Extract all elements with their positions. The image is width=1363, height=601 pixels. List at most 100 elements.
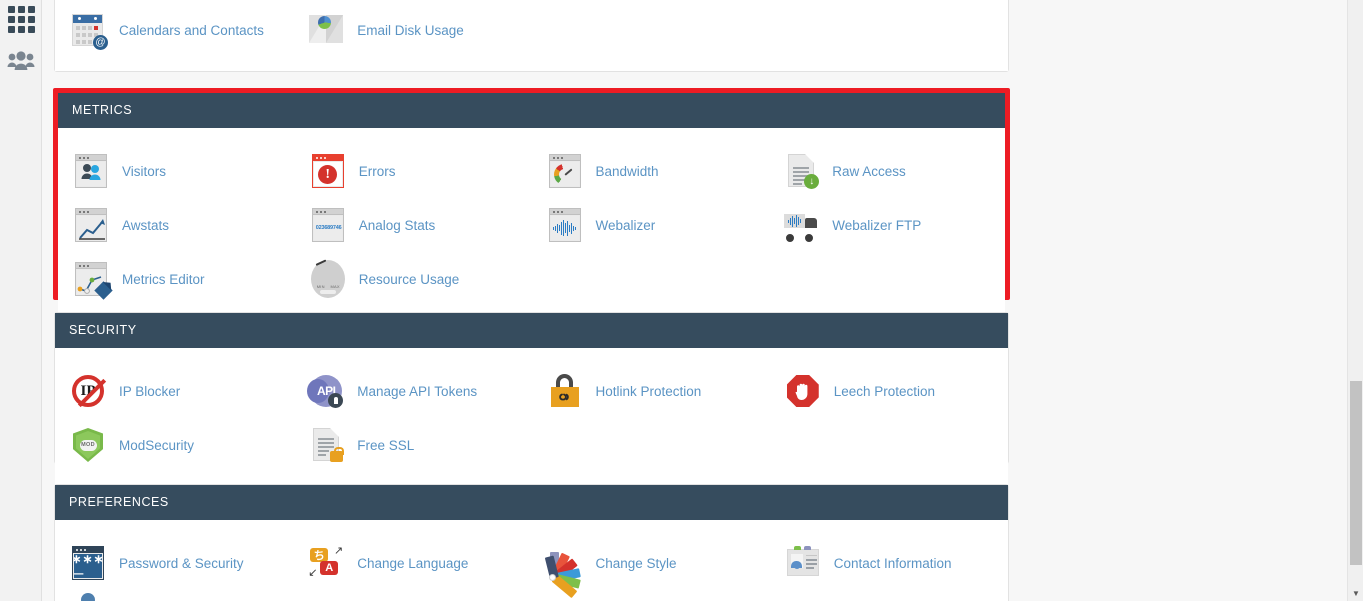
app-item-label: Manage API Tokens [357, 383, 478, 399]
app-item-label: Password & Security [119, 555, 244, 571]
app-item-label: Contact Information [833, 555, 952, 571]
app-item-visitors[interactable]: Visitors [58, 144, 295, 198]
scrollbar-thumb[interactable] [1350, 381, 1362, 565]
ip-blocker-icon: IP [69, 372, 107, 410]
app-item-label: Visitors [122, 163, 167, 179]
sidebar-item-apps[interactable] [0, 0, 42, 38]
language-bubble-target: A [320, 561, 339, 575]
item-grid-email-partial: @ Calendars and Contacts Email Disk Usag… [55, 3, 1008, 57]
awstats-icon [72, 206, 110, 244]
app-item-label: Email Disk Usage [357, 22, 464, 38]
app-item-resource-usage[interactable]: MIN MAX Resource Usage [295, 252, 532, 306]
app-item-hotlink-protection[interactable]: Hotlink Protection [532, 364, 770, 418]
user-manager-icon [69, 590, 107, 601]
metrics-section-highlight: METRICS Visitors ! Errors Bandwidth ↓ Ra… [53, 88, 1010, 320]
main-content: @ Calendars and Contacts Email Disk Usag… [42, 0, 1331, 601]
gauge-min-label: MIN [316, 284, 325, 289]
app-item-label: Webalizer [595, 217, 656, 233]
grid-icon [7, 5, 35, 33]
app-item-label: Bandwidth [595, 163, 659, 179]
card-preferences: PREFERENCES ∗∗∗— Password & Security [54, 484, 1009, 601]
app-item-password-and-security[interactable]: ∗∗∗— Password & Security [55, 536, 293, 590]
lock-badge [330, 447, 344, 462]
app-item-awstats[interactable]: Awstats [58, 198, 295, 252]
app-item-label: Free SSL [357, 437, 415, 453]
leech-protection-icon [784, 372, 822, 410]
password-security-icon: ∗∗∗— [69, 544, 107, 582]
app-item-label: Leech Protection [833, 383, 936, 399]
download-badge: ↓ [804, 174, 820, 189]
app-item-label: Errors [358, 163, 396, 179]
password-mask: ∗∗∗— [74, 554, 102, 578]
app-item-change-style[interactable]: Change Style [532, 536, 770, 599]
section-header-security: SECURITY [55, 313, 1008, 348]
left-icon-rail [0, 0, 42, 601]
app-item-contact-information[interactable]: Contact Information [770, 536, 1008, 590]
raw-access-icon: ↓ [782, 152, 820, 190]
free-ssl-icon [307, 426, 345, 464]
change-style-icon [544, 544, 584, 599]
contact-information-icon [784, 544, 822, 582]
card-security: SECURITY IP IP Blocker API Manage API To… [54, 312, 1009, 486]
card-metrics: METRICS Visitors ! Errors Bandwidth ↓ Ra… [58, 93, 1005, 320]
section-header-preferences: PREFERENCES [55, 485, 1008, 520]
app-item-errors[interactable]: ! Errors [295, 144, 532, 198]
calendar-at-icon: @ [69, 11, 108, 50]
app-item-user-manager-partial[interactable] [55, 590, 293, 601]
envelope-pie-icon [307, 11, 345, 49]
webalizer-icon [546, 206, 584, 244]
section-header-metrics: METRICS [58, 93, 1005, 128]
app-item-calendars-and-contacts[interactable]: @ Calendars and Contacts [55, 3, 293, 57]
app-item-label: ModSecurity [119, 437, 195, 453]
app-item-ip-blocker[interactable]: IP IP Blocker [55, 364, 293, 418]
app-item-leech-protection[interactable]: Leech Protection [770, 364, 1008, 418]
app-item-analog-stats[interactable]: 023689746 264882561 714536870 Analog Sta… [295, 198, 532, 252]
scroll-down-arrow[interactable]: ▼ [1348, 585, 1363, 601]
app-item-label: IP Blocker [119, 383, 181, 399]
change-language-icon: ↗ ↙ ち A [308, 545, 344, 579]
app-item-label: Calendars and Contacts [119, 22, 264, 38]
errors-icon: ! [309, 152, 347, 190]
language-bubble-source: ち [310, 548, 329, 562]
sidebar-item-user-manager[interactable] [0, 38, 42, 84]
metrics-editor-icon [72, 260, 113, 300]
app-item-label: Metrics Editor [122, 271, 205, 287]
app-item-modsecurity[interactable]: MOD ModSecurity [55, 418, 293, 472]
app-item-label: Analog Stats [358, 217, 436, 233]
resource-usage-icon: MIN MAX [309, 259, 347, 298]
key-badge [328, 393, 344, 408]
gauge-max-label: MAX [330, 284, 340, 289]
modsecurity-icon: MOD [69, 426, 107, 464]
app-item-label: Hotlink Protection [595, 383, 702, 399]
app-item-label: Webalizer FTP [832, 217, 922, 233]
app-item-email-disk-usage[interactable]: Email Disk Usage [293, 3, 531, 57]
analog-digits-row1: 023689746 [315, 225, 342, 231]
app-item-raw-access[interactable]: ↓ Raw Access [768, 144, 1005, 198]
at-symbol: @ [93, 35, 108, 50]
hotlink-protection-icon [546, 372, 584, 410]
cpanel-page: @ Calendars and Contacts Email Disk Usag… [0, 0, 1363, 601]
analog-stats-icon: 023689746 264882561 714536870 [309, 206, 347, 244]
app-item-webalizer[interactable]: Webalizer [532, 198, 769, 252]
app-item-manage-api-tokens[interactable]: API Manage API Tokens [293, 364, 531, 418]
card-email-partial: @ Calendars and Contacts Email Disk Usag… [54, 0, 1009, 72]
item-grid-metrics: Visitors ! Errors Bandwidth ↓ Raw Access… [58, 144, 1005, 306]
app-item-label: Raw Access [832, 163, 906, 179]
app-item-change-language[interactable]: ↗ ↙ ち A Change Language [293, 536, 531, 590]
app-item-label: Change Language [357, 555, 469, 571]
app-item-label: Change Style [595, 555, 677, 571]
webalizer-ftp-icon [782, 206, 820, 244]
item-grid-preferences: ∗∗∗— Password & Security ↗ ↙ ち A [55, 536, 1008, 601]
api-tokens-icon: API [307, 372, 345, 410]
page-scrollbar[interactable]: ▼ [1347, 0, 1363, 601]
people-icon [7, 51, 35, 70]
app-item-bandwidth[interactable]: Bandwidth [532, 144, 769, 198]
bandwidth-icon [546, 152, 584, 190]
app-item-webalizer-ftp[interactable]: Webalizer FTP [768, 198, 1005, 252]
app-item-free-ssl[interactable]: Free SSL [293, 418, 531, 472]
app-item-label: Awstats [122, 217, 170, 233]
app-item-metrics-editor[interactable]: Metrics Editor [58, 252, 295, 306]
item-grid-security: IP IP Blocker API Manage API Tokens Hotl… [55, 364, 1008, 472]
mod-text: MOD [79, 439, 97, 451]
visitors-icon [72, 152, 110, 190]
